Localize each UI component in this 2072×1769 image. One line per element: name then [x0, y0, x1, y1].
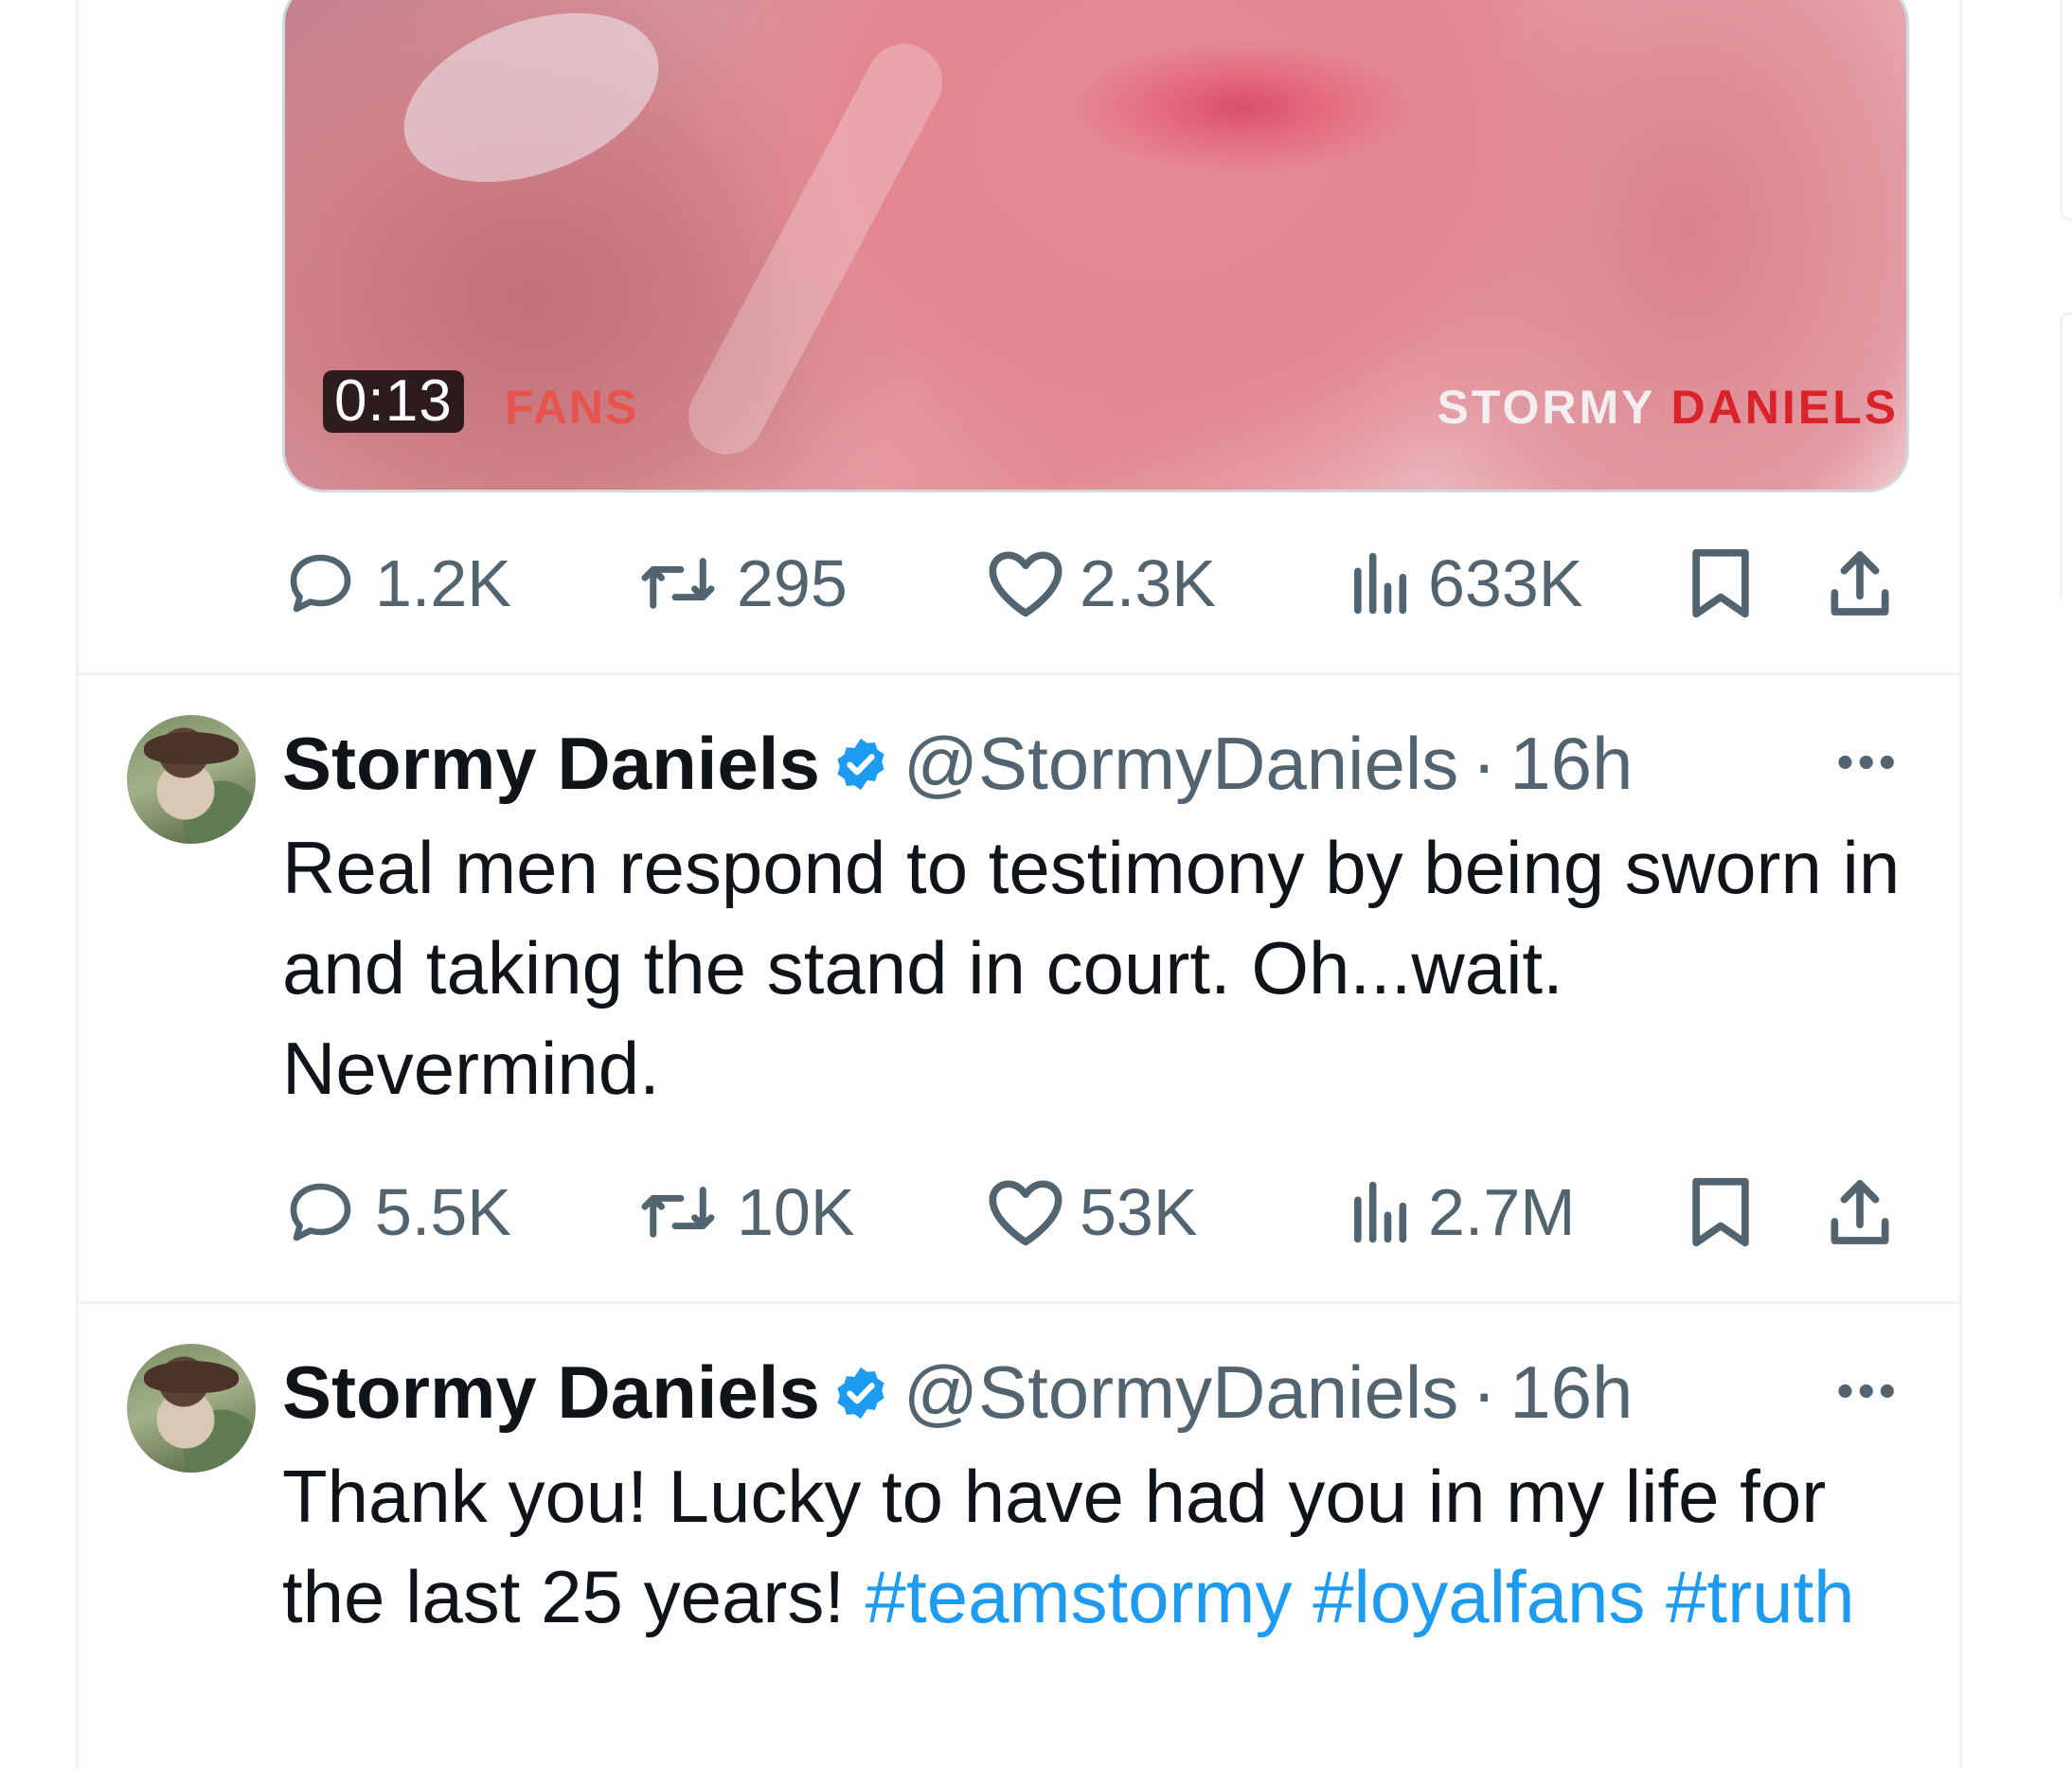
user-handle[interactable]: @StormyDaniels — [903, 721, 1458, 807]
views-icon — [1354, 1181, 1407, 1243]
heart-icon — [989, 1180, 1063, 1246]
tweet-text: Thank you! Lucky to have had you in my l… — [282, 1446, 1949, 1647]
share-icon — [1831, 1180, 1889, 1244]
reply-button[interactable]: 5.5K — [282, 1174, 511, 1250]
more-options-icon[interactable]: ••• — [1836, 1363, 1900, 1420]
video-frame-highlight — [381, 0, 682, 215]
video-frame-highlight — [675, 30, 956, 468]
share-button[interactable] — [1822, 1174, 1898, 1250]
bookmark-icon — [1692, 1177, 1749, 1247]
tweet[interactable]: Stormy Daniels @StormyDaniels · 16h ••• … — [76, 1304, 1962, 1769]
reply-button[interactable]: 1.2K — [282, 545, 511, 621]
display-name[interactable]: Stormy Daniels — [282, 721, 820, 807]
repost-button[interactable]: 10K — [633, 1174, 855, 1250]
avatar-hat-detail — [144, 1361, 239, 1393]
tweet-header: Stormy Daniels @StormyDaniels · 16h — [282, 1349, 1633, 1436]
timestamp[interactable]: 16h — [1509, 1349, 1633, 1436]
heart-icon — [989, 551, 1063, 617]
watermark-word: DANIELS — [1670, 381, 1899, 434]
tweet-text: Real men respond to testimony by being s… — [282, 826, 1901, 1110]
verified-badge-icon — [837, 738, 884, 790]
separator-dot: · — [1472, 722, 1497, 805]
views-button[interactable]: 633K — [1343, 545, 1582, 621]
hashtag-link[interactable]: #teamstormy — [866, 1555, 1293, 1638]
avatar-hat-detail — [144, 732, 239, 764]
share-button[interactable] — [1822, 545, 1898, 621]
repost-count: 295 — [737, 546, 848, 620]
tweet-header: Stormy Daniels @StormyDaniels · 16h — [282, 721, 1633, 807]
views-count: 633K — [1428, 546, 1583, 620]
video-player[interactable]: 0:13 FANS STORMY DANIELS — [282, 0, 1909, 492]
hashtag-link[interactable]: #truth — [1666, 1555, 1854, 1638]
post-action-bar: 5.5K 10K 53K 2.7M — [282, 1174, 1909, 1250]
bookmark-icon — [1692, 548, 1749, 618]
separator-dot: · — [1472, 1350, 1497, 1434]
bookmark-button[interactable] — [1686, 545, 1756, 621]
timestamp[interactable]: 16h — [1509, 721, 1633, 807]
video-duration-badge: 0:13 — [323, 370, 464, 433]
bookmark-button[interactable] — [1686, 1174, 1756, 1250]
like-count: 53K — [1080, 1175, 1198, 1249]
video-watermark-left: FANS — [505, 381, 639, 434]
views-icon — [1354, 552, 1407, 615]
side-panel-edge — [2060, 313, 2072, 599]
reply-icon — [290, 554, 351, 613]
side-panel-edge — [2060, 0, 2072, 221]
repost-icon — [641, 558, 715, 609]
reply-count: 1.2K — [375, 546, 511, 620]
repost-icon — [641, 1187, 715, 1238]
share-icon — [1831, 551, 1889, 616]
views-button[interactable]: 2.7M — [1343, 1174, 1576, 1250]
watermark-word: STORMY — [1437, 381, 1655, 434]
avatar[interactable] — [127, 1344, 256, 1473]
reply-count: 5.5K — [375, 1175, 511, 1249]
repost-count: 10K — [737, 1175, 855, 1249]
post-action-bar: 1.2K 295 2.3K 633K — [282, 545, 1909, 621]
hashtag-link[interactable]: #loyalfans — [1313, 1555, 1645, 1638]
video-watermark-right: STORMY DANIELS — [1438, 380, 1899, 435]
display-name[interactable]: Stormy Daniels — [282, 1349, 820, 1436]
more-options-icon[interactable]: ••• — [1836, 734, 1900, 791]
like-button[interactable]: 2.3K — [985, 545, 1216, 621]
user-handle[interactable]: @StormyDaniels — [903, 1349, 1458, 1436]
views-count: 2.7M — [1428, 1175, 1576, 1249]
like-count: 2.3K — [1080, 546, 1216, 620]
reply-icon — [290, 1183, 351, 1242]
verified-badge-icon — [837, 1367, 884, 1419]
repost-button[interactable]: 295 — [633, 545, 848, 621]
like-button[interactable]: 53K — [985, 1174, 1198, 1250]
avatar[interactable] — [127, 715, 256, 844]
tweet[interactable]: Stormy Daniels @StormyDaniels · 16h ••• … — [76, 675, 1962, 1304]
